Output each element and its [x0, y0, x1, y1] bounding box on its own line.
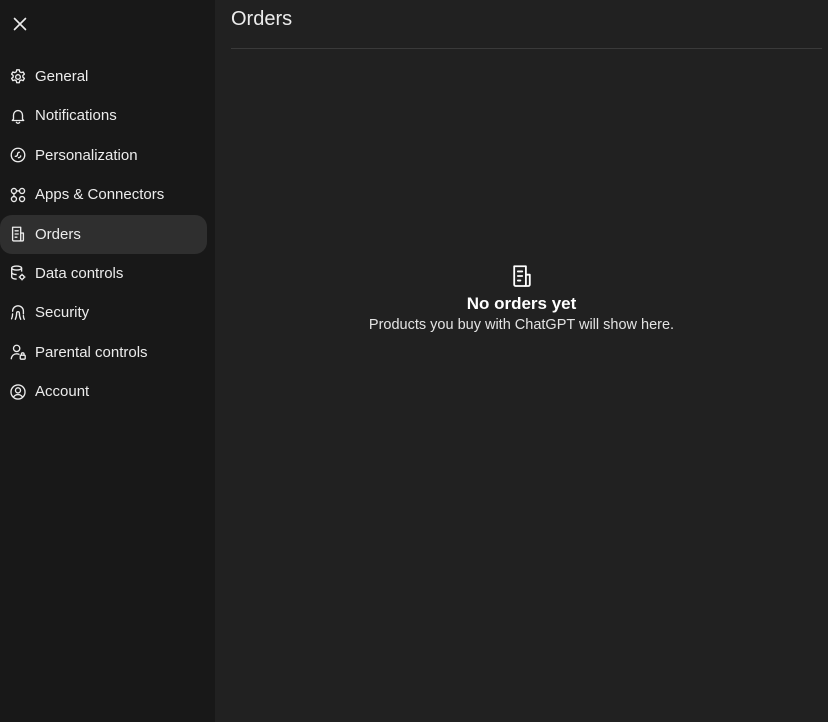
settings-nav: General Notifications Personalization Ap… — [0, 57, 207, 412]
sidebar-item-apps-connectors[interactable]: Apps & Connectors — [0, 175, 207, 214]
sidebar-item-label: Parental controls — [35, 343, 148, 361]
sidebar-item-label: Account — [35, 383, 90, 401]
settings-window: General Notifications Personalization Ap… — [0, 0, 828, 722]
sidebar-item-label: Apps & Connectors — [35, 186, 165, 204]
sidebar-item-notifications[interactable]: Notifications — [0, 96, 207, 135]
receipt-icon — [8, 225, 27, 244]
gear-icon — [8, 67, 27, 86]
database-gear-icon — [8, 264, 27, 283]
sidebar-item-data-controls[interactable]: Data controls — [0, 254, 207, 293]
sidebar-item-orders[interactable]: Orders — [0, 214, 207, 254]
sidebar-item-account[interactable]: Account — [0, 372, 207, 411]
apps-icon — [8, 185, 27, 204]
sidebar-item-label: General — [35, 68, 89, 85]
empty-state-title: No orders yet — [466, 294, 577, 313]
empty-state: No orders yet Products you buy with Chat… — [215, 263, 828, 333]
settings-sidebar: General Notifications Personalization Ap… — [0, 0, 215, 722]
close-button[interactable] — [8, 12, 32, 36]
sidebar-item-label: Notifications — [35, 107, 117, 125]
bell-icon — [8, 106, 27, 125]
orders-panel: Orders No orders yet Products you buy wi… — [215, 0, 828, 722]
receipt-icon — [509, 263, 535, 289]
sidebar-item-label: Security — [35, 304, 90, 322]
fingerprint-icon — [8, 303, 27, 322]
title-divider — [231, 48, 822, 49]
sidebar-item-security[interactable]: Security — [0, 293, 207, 332]
sidebar-item-label: Data controls — [35, 264, 124, 282]
parental-user-icon — [8, 343, 27, 362]
close-icon — [13, 17, 27, 31]
sidebar-item-general[interactable]: General — [0, 57, 207, 96]
empty-state-subtitle: Products you buy with ChatGPT will show … — [368, 317, 675, 333]
sidebar-item-label: Orders — [35, 225, 81, 243]
personalization-icon — [8, 146, 27, 165]
page-title: Orders — [231, 8, 293, 30]
sidebar-item-personalization[interactable]: Personalization — [0, 136, 207, 175]
account-circle-icon — [8, 382, 27, 401]
sidebar-item-label: Personalization — [35, 146, 138, 164]
sidebar-item-parental-controls[interactable]: Parental controls — [0, 333, 207, 372]
